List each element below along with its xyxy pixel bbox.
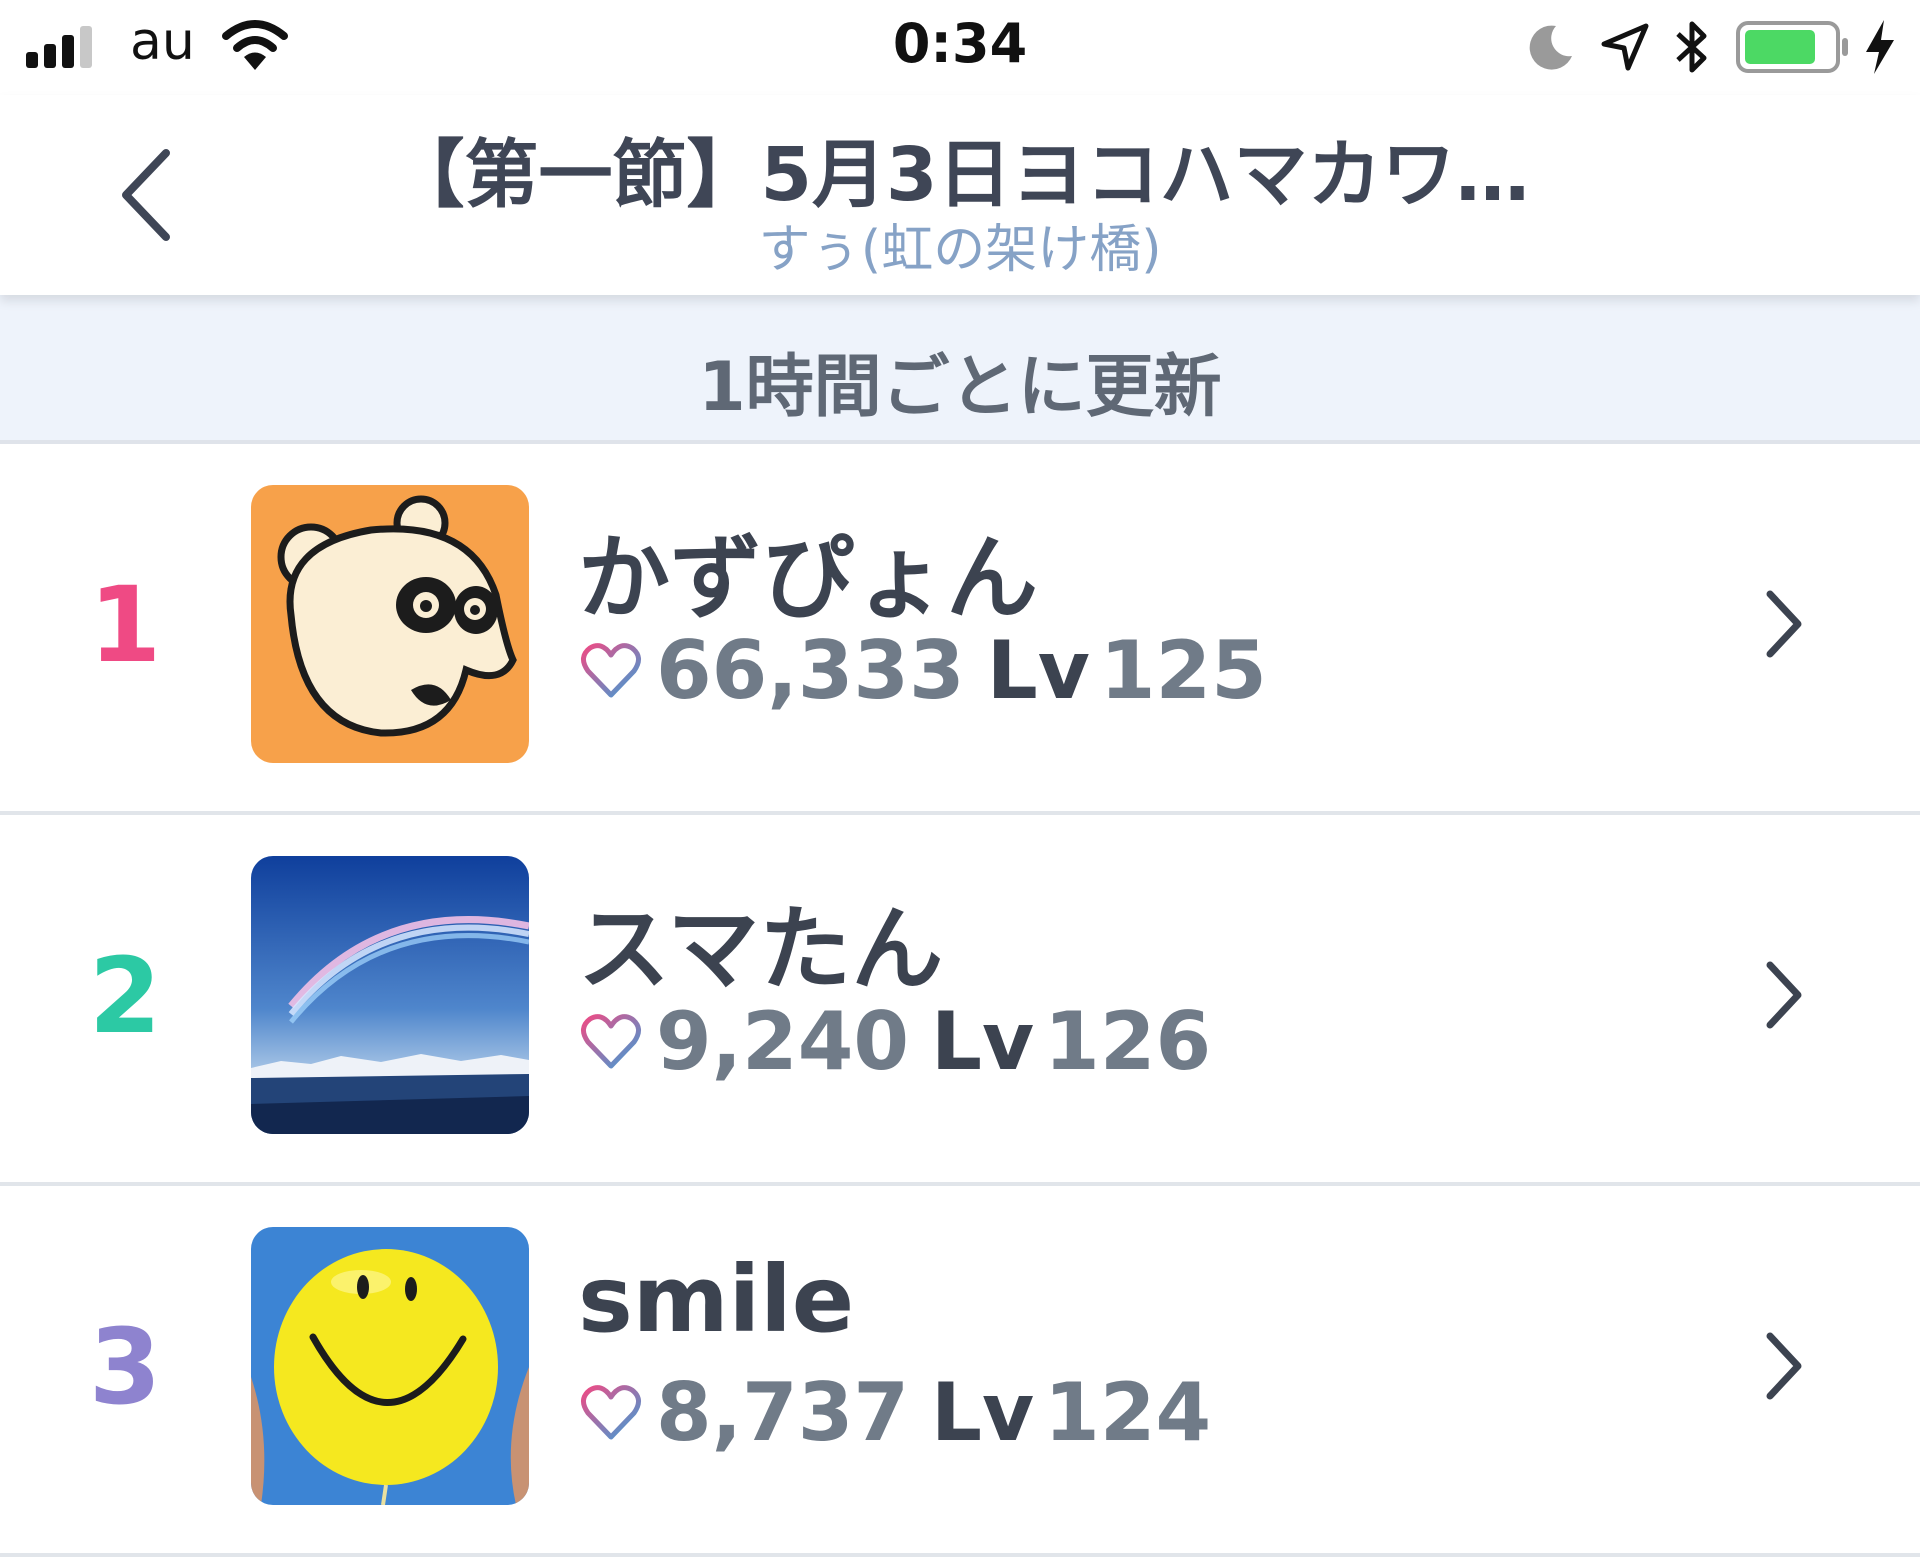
user-stats: 8,737 Lv 124 [580,1366,1211,1466]
level-value: 124 [1044,1366,1212,1459]
battery-icon [1736,21,1848,73]
heart-icon [581,1013,641,1068]
like-count: 8,737 [656,1366,910,1459]
ranking-row[interactable]: 1 かずぴょん 66,333 Lv 125 [0,444,1920,815]
user-name: スマたん [578,896,944,1003]
page-title: 【第一節】5月3日ヨコハマカワ… [390,132,1530,218]
level-label: Lv [986,624,1090,717]
smiley-balloon-image [251,1227,529,1505]
back-button[interactable] [100,135,200,255]
charging-icon [1866,20,1894,74]
update-notice: 1時間ごとに更新 [698,348,1222,427]
rank-number: 3 [88,1306,162,1428]
ranking-list: 1 かずぴょん 66,333 Lv 125 2 スマたん 9,240 Lv 12… [0,444,1920,1557]
heart-icon [581,642,641,697]
chevron-left-icon [122,149,170,241]
ranking-row[interactable]: 3 smile 8,737 Lv 124 [0,1186,1920,1557]
bluetooth-icon [1676,21,1707,73]
smiley-balloon-avatar[interactable] [251,1227,529,1505]
rank-number: 1 [88,564,162,686]
like-count: 66,333 [656,624,965,717]
chevron-right-icon[interactable] [1760,584,1808,664]
cartoon-bear-avatar[interactable] [251,485,529,763]
level-label: Lv [931,1366,1035,1459]
cartoon-bear-image [251,485,529,763]
update-banner: 1時間ごとに更新 [0,295,1920,444]
status-bar: au 0:34 [0,0,1920,95]
like-count: 9,240 [656,995,910,1088]
moon-icon [1529,25,1572,70]
rainbow-sky-image [251,856,529,1134]
level-value: 125 [1099,624,1267,717]
level-value: 126 [1044,995,1212,1088]
chevron-right-icon[interactable] [1760,1326,1808,1406]
user-stats: 66,333 Lv 125 [580,624,1267,724]
location-icon [1601,23,1649,71]
heart-icon [581,1384,641,1439]
navigation-bar: 【第一節】5月3日ヨコハマカワ… すぅ(虹の架け橋) [0,95,1920,295]
level-label: Lv [931,995,1035,1088]
user-name: かずぴょん [578,525,1039,632]
page-subtitle[interactable]: すぅ(虹の架け橋) [260,207,1660,282]
chevron-right-icon[interactable] [1760,955,1808,1035]
user-name: smile [578,1246,855,1353]
rainbow-sky-avatar[interactable] [251,856,529,1134]
user-stats: 9,240 Lv 126 [580,995,1211,1095]
ranking-row[interactable]: 2 スマたん 9,240 Lv 126 [0,815,1920,1186]
rank-number: 2 [88,935,162,1057]
